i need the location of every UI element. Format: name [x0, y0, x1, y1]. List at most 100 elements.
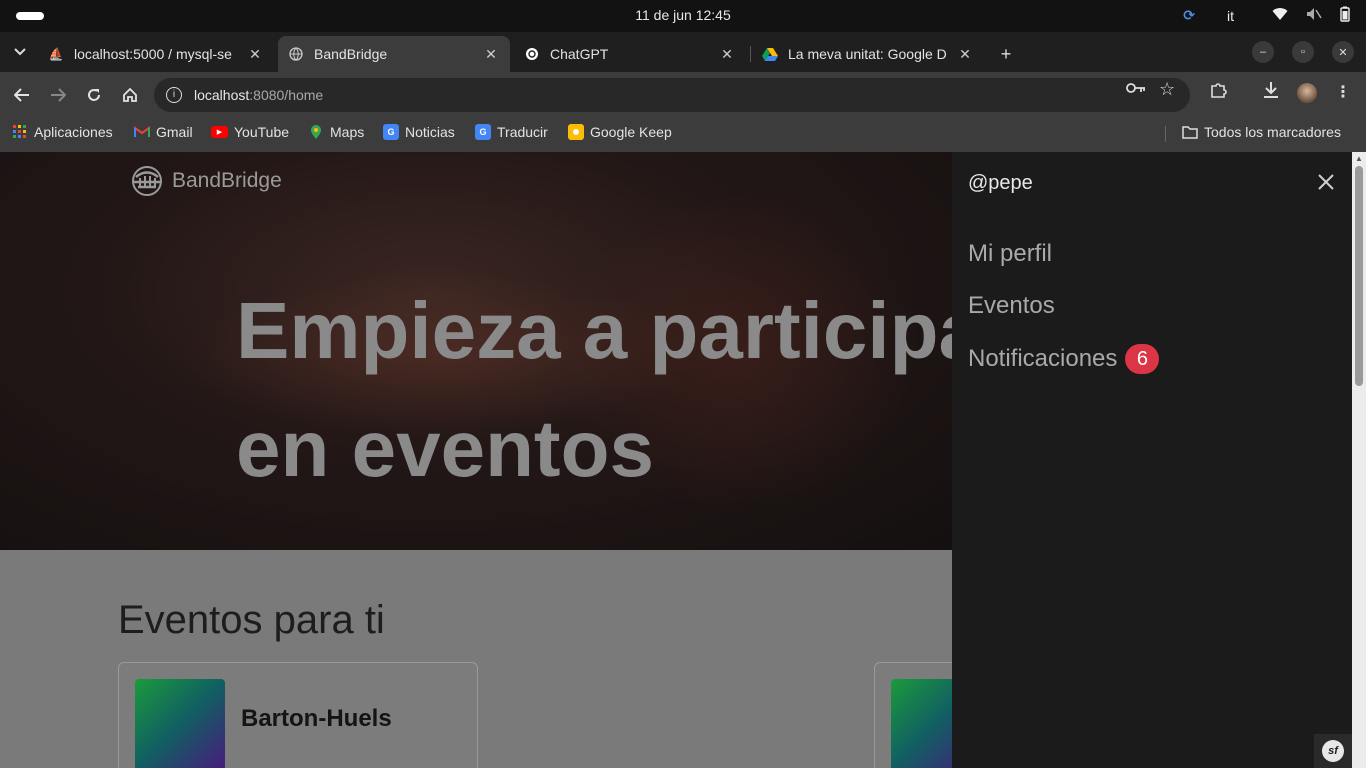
bookmark-label: Todos los marcadores: [1204, 124, 1341, 140]
tab-separator: [750, 46, 751, 62]
bookmark-star-icon[interactable]: ☆: [1159, 79, 1175, 100]
hero-banner: BandBridge Empieza a participar en event…: [0, 152, 952, 550]
folder-icon: [1182, 124, 1198, 140]
wifi-icon[interactable]: [1272, 7, 1288, 24]
reload-button[interactable]: [81, 82, 107, 108]
bookmark-label: Google Keep: [590, 124, 672, 140]
close-window-button[interactable]: ✕: [1332, 41, 1354, 63]
brand-name: BandBridge: [172, 169, 282, 192]
close-tab-icon[interactable]: ✕: [718, 46, 736, 63]
menu-item-label: Notificaciones: [968, 345, 1118, 372]
event-thumbnail: [135, 679, 225, 768]
tab-title: BandBridge: [314, 46, 388, 62]
tab-search-button[interactable]: [6, 38, 34, 66]
bookmark-gmail[interactable]: Gmail: [134, 124, 193, 140]
page-viewport: BandBridge Empieza a participar en event…: [0, 152, 1366, 768]
url-host: localhost: [194, 87, 250, 103]
home-button[interactable]: [117, 82, 143, 108]
bookmark-label: Maps: [330, 124, 365, 140]
youtube-icon: ▶: [211, 126, 228, 138]
bridge-logo-icon: [132, 166, 162, 196]
scroll-up-arrow-icon[interactable]: ▲: [1355, 154, 1363, 163]
tab-title: La meva unitat: Google D: [788, 46, 947, 62]
close-tab-icon[interactable]: ✕: [956, 46, 974, 63]
event-name: Barton-Huels: [241, 705, 392, 732]
tab-chatgpt[interactable]: ChatGPT ✕: [514, 36, 746, 72]
bookmark-youtube[interactable]: ▶ YouTube: [211, 124, 289, 140]
browser-toolbar: i localhost:8080/home ☆ ⋮: [0, 72, 1366, 116]
menu-item-label: Eventos: [968, 292, 1055, 319]
page-scrollbar[interactable]: ▲: [1352, 152, 1366, 768]
globe-icon: [288, 46, 304, 62]
tab-title: ChatGPT: [550, 46, 609, 62]
profile-avatar[interactable]: [1297, 83, 1317, 103]
bookmark-label: Noticias: [405, 124, 455, 140]
battery-icon[interactable]: [1340, 6, 1350, 25]
chatgpt-icon: [524, 46, 540, 62]
scrollbar-thumb[interactable]: [1355, 166, 1363, 386]
bookmarks-bar: Aplicaciones Gmail ▶ YouTube Maps G Noti…: [0, 116, 1366, 152]
all-bookmarks-button[interactable]: Todos los marcadores: [1182, 124, 1341, 140]
password-key-icon[interactable]: [1126, 81, 1146, 100]
close-tab-icon[interactable]: ✕: [246, 46, 264, 63]
address-bar[interactable]: i localhost:8080/home: [154, 78, 1190, 112]
close-tab-icon[interactable]: ✕: [482, 46, 500, 63]
section-title: Eventos para ti: [118, 598, 385, 642]
hero-heading: Empieza a participar en eventos: [236, 272, 952, 508]
system-top-bar: 11 de jun 12:45 ⟳ it: [0, 0, 1366, 32]
url-path: :8080/home: [249, 87, 324, 103]
tab-title: localhost:5000 / mysql-se: [74, 46, 232, 62]
site-info-icon[interactable]: i: [166, 87, 182, 103]
forward-button[interactable]: [45, 82, 71, 108]
language-indicator[interactable]: it: [1227, 8, 1234, 24]
google-drive-icon: [762, 46, 778, 62]
close-drawer-button[interactable]: [1314, 170, 1338, 194]
restore-window-button[interactable]: ▫: [1292, 41, 1314, 63]
tab-bandbridge[interactable]: BandBridge ✕: [278, 36, 510, 72]
event-card[interactable]: Barton-Huels: [118, 662, 478, 768]
menu-item-label: Mi perfil: [968, 240, 1053, 267]
bookmark-label: Traducir: [497, 124, 548, 140]
tab-google-drive[interactable]: La meva unitat: Google D ✕: [752, 36, 984, 72]
new-tab-button[interactable]: +: [992, 40, 1020, 68]
volume-muted-icon[interactable]: [1306, 7, 1322, 24]
news-icon: G: [383, 124, 399, 140]
maps-icon: [308, 124, 324, 140]
hero-line-1: Empieza a participar: [236, 286, 952, 375]
bookmark-aplicaciones[interactable]: Aplicaciones: [12, 124, 113, 140]
tab-phpmyadmin[interactable]: ⛵ localhost:5000 / mysql-se ✕: [38, 36, 274, 72]
back-button[interactable]: [9, 82, 35, 108]
translate-icon: G: [475, 124, 491, 140]
bookmark-label: Aplicaciones: [34, 124, 113, 140]
phpmyadmin-icon: ⛵: [48, 47, 64, 61]
menu-item-eventos[interactable]: Eventos: [968, 292, 1055, 320]
symfony-toolbar-toggle[interactable]: sf: [1314, 734, 1352, 768]
hero-line-2: en eventos: [236, 404, 654, 493]
notification-count-badge: 6: [1125, 344, 1160, 374]
apps-grid-icon: [12, 124, 28, 140]
site-logo[interactable]: BandBridge: [130, 166, 282, 196]
download-icon[interactable]: [1263, 81, 1279, 104]
bookmark-traducir[interactable]: G Traducir: [475, 124, 548, 140]
bookmark-maps[interactable]: Maps: [308, 124, 364, 140]
menu-item-mi-perfil[interactable]: Mi perfil: [968, 240, 1052, 268]
browser-menu-icon[interactable]: ⋮: [1335, 82, 1351, 102]
menu-item-notificaciones[interactable]: Notificaciones 6: [968, 344, 1160, 374]
sync-icon[interactable]: ⟳: [1183, 7, 1195, 24]
keep-icon: [568, 124, 584, 140]
user-offcanvas-menu: @pepe Mi perfil Eventos Notificaciones 6: [952, 152, 1352, 768]
drawer-username: @pepe: [968, 172, 1033, 194]
bookmarks-separator: [1165, 126, 1166, 142]
browser-tab-strip: ⛵ localhost:5000 / mysql-se ✕ BandBridge…: [0, 32, 1366, 72]
extensions-icon[interactable]: [1209, 81, 1227, 104]
bookmark-noticias[interactable]: G Noticias: [383, 124, 455, 140]
close-icon: [1318, 174, 1334, 190]
minimize-window-button[interactable]: –: [1252, 41, 1274, 63]
bookmark-label: YouTube: [234, 124, 290, 140]
system-tray[interactable]: ⟳ it: [1183, 6, 1350, 25]
bookmark-label: Gmail: [156, 124, 193, 140]
gmail-icon: [134, 124, 150, 140]
bookmark-google-keep[interactable]: Google Keep: [568, 124, 672, 140]
symfony-logo-icon: sf: [1322, 740, 1344, 762]
system-clock[interactable]: 11 de jun 12:45: [0, 7, 1366, 23]
